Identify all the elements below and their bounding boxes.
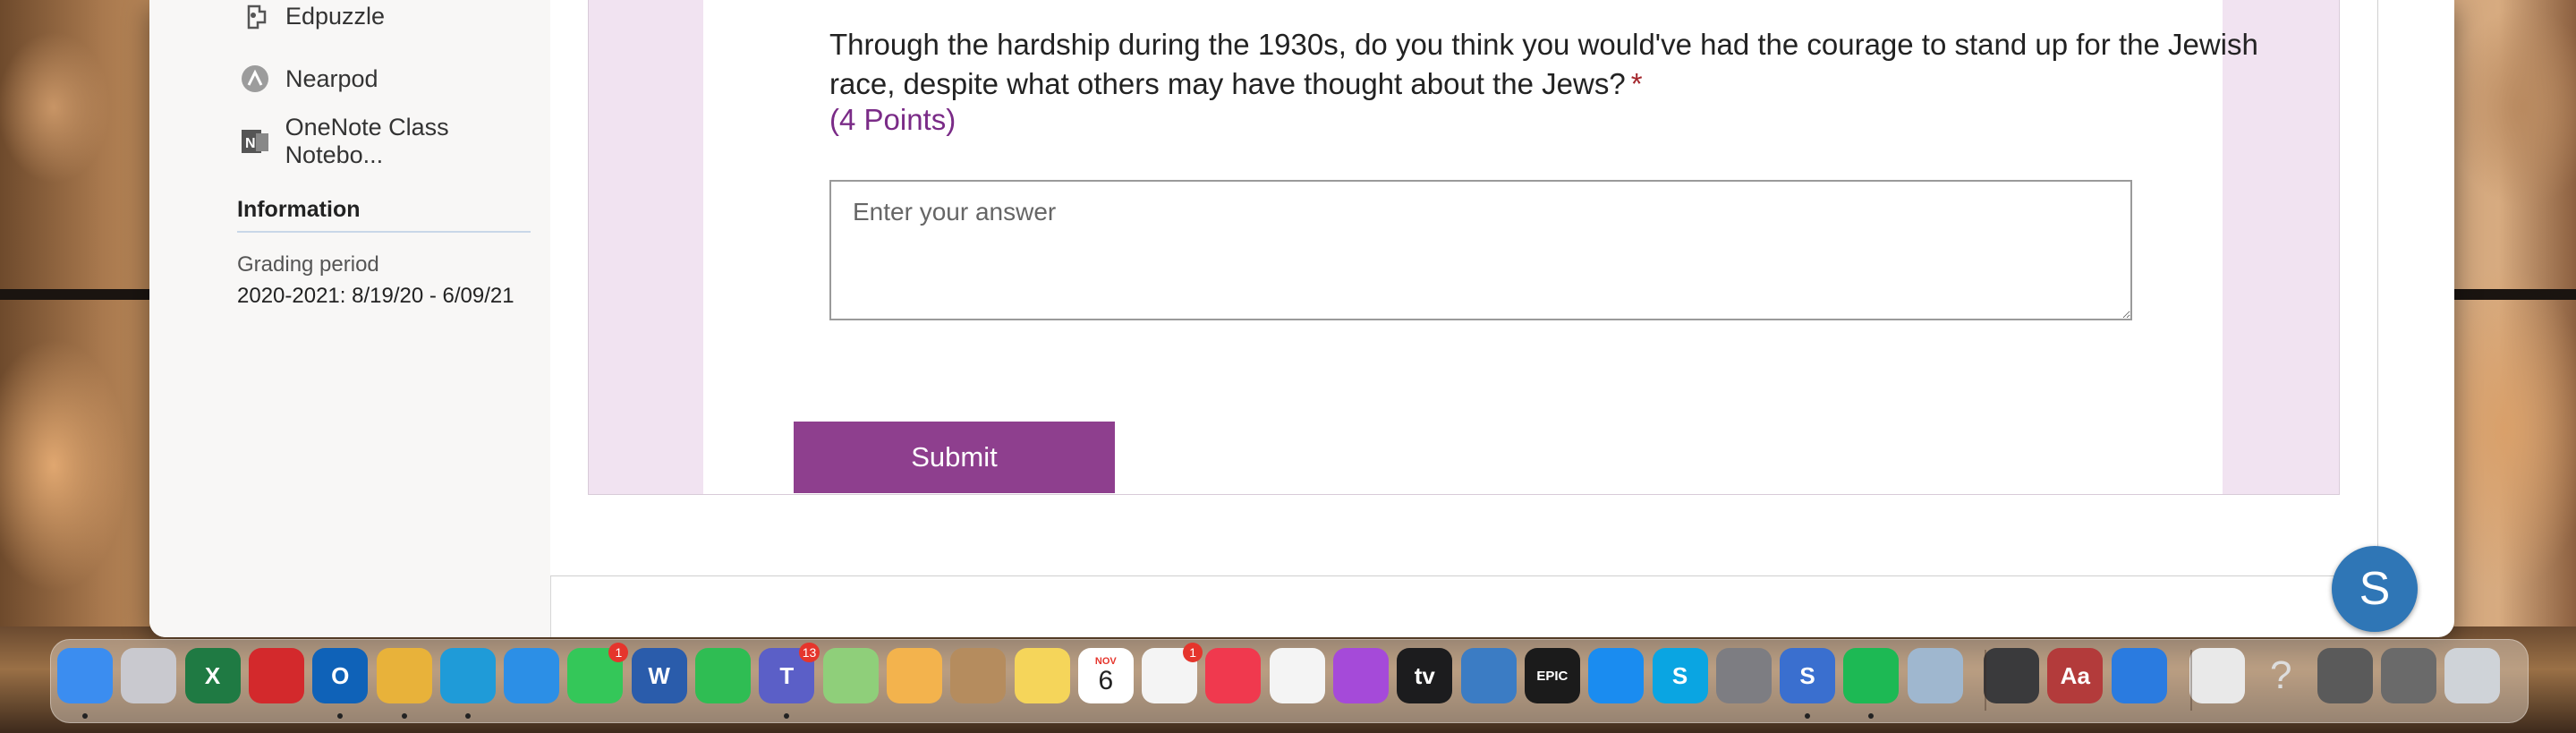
required-mark: * (1630, 67, 1643, 100)
help-icon[interactable]: ? (2253, 648, 2308, 703)
maps-icon[interactable] (822, 648, 879, 703)
chrome-icon[interactable] (376, 648, 432, 703)
notes-icon[interactable] (1014, 648, 1070, 703)
app-store-icon[interactable] (1588, 648, 1645, 703)
screenshot-1-icon[interactable] (2317, 648, 2373, 703)
question-label: Through the hardship during the 1930s, d… (829, 28, 2258, 100)
avatar[interactable]: S (2332, 546, 2418, 632)
app-glyph: X (204, 661, 221, 689)
trash-icon[interactable] (2444, 648, 2501, 703)
reminder-app-icon[interactable] (248, 648, 304, 703)
screenshot-2-icon[interactable] (2380, 648, 2436, 703)
system-preferences-icon[interactable] (1715, 648, 1772, 703)
podcasts-icon[interactable] (1333, 648, 1389, 703)
onenote-icon: N (239, 125, 271, 158)
svg-text:N: N (245, 136, 256, 151)
app-glyph: tv (1414, 661, 1435, 689)
app-glyph: EPIC (1536, 668, 1569, 684)
safari-icon[interactable] (504, 648, 560, 703)
sidebar-item-label: Nearpod (285, 64, 378, 92)
points-label: (4 Points) (829, 103, 956, 136)
sidebar-item-label: OneNote Class Notebo... (285, 114, 449, 168)
word-icon[interactable]: W (631, 648, 687, 703)
app-glyph: ? (2269, 653, 2292, 697)
nearpod-icon (239, 63, 271, 95)
dictionary-icon[interactable]: Aa (2047, 648, 2104, 703)
answer-input[interactable] (829, 180, 2132, 320)
app-glyph: S (1671, 661, 1688, 689)
contacts-icon[interactable] (950, 648, 1007, 703)
notification-badge: 13 (798, 643, 820, 662)
epic-games-icon[interactable]: EPIC (1524, 648, 1580, 703)
sidebar-item-label: Edpuzzle (285, 2, 386, 30)
edpuzzle-icon (239, 0, 271, 32)
dock-separator (2190, 650, 2192, 711)
running-indicator (464, 713, 471, 719)
notification-badge: 1 (1183, 643, 1203, 662)
divider (237, 231, 531, 233)
messages-icon[interactable]: 1 (567, 643, 629, 703)
teams-icon[interactable]: T 13 (759, 643, 820, 703)
facetime-icon[interactable] (695, 648, 751, 703)
calculator-icon[interactable] (1984, 648, 2039, 703)
skype-icon[interactable]: S (1652, 648, 1708, 703)
outlook-icon[interactable]: O (312, 648, 369, 703)
edge-icon[interactable] (439, 648, 496, 703)
xcode-icon[interactable] (2111, 648, 2167, 703)
running-indicator (401, 713, 407, 719)
launchpad-icon[interactable] (121, 648, 177, 703)
app-glyph: S (1799, 661, 1815, 689)
sidebar-item-onenote[interactable]: N OneNote Class Notebo... (239, 114, 550, 168)
reminders-icon[interactable]: 1 (1142, 643, 1203, 703)
photos-icon[interactable] (886, 648, 942, 703)
news-icon[interactable] (1269, 648, 1325, 703)
spotify-icon[interactable] (1843, 648, 1900, 703)
calendar-icon[interactable]: NOV 6 (1077, 648, 1134, 703)
submit-button[interactable]: Submit (794, 422, 1115, 493)
running-indicator (82, 713, 88, 719)
app-glyph: Aa (2060, 661, 2090, 689)
simplenote-icon[interactable]: S (1780, 648, 1836, 703)
documents-icon[interactable] (2189, 648, 2245, 703)
app-glyph: T (779, 661, 795, 689)
calendar-day: 6 (1098, 666, 1114, 695)
dock-separator (1985, 650, 1986, 711)
apple-tv-icon[interactable]: tv (1397, 648, 1453, 703)
music-icon[interactable] (1205, 648, 1262, 703)
information-heading: Information (237, 197, 361, 222)
sidebar-item-edpuzzle[interactable]: Edpuzzle (239, 0, 385, 34)
question-text: Through the hardship during the 1930s, d… (829, 25, 2297, 104)
sidebar: Edpuzzle Nearpod N OneNote Class Notebo.… (149, 0, 551, 637)
grading-period-label: Grading period (237, 252, 379, 277)
app-glyph: W (648, 661, 670, 689)
sidebar-item-nearpod[interactable]: Nearpod (239, 61, 378, 97)
grading-period-value: 2020-2021: 8/19/20 - 6/09/21 (237, 284, 514, 308)
preview-icon[interactable] (1460, 648, 1517, 703)
finder-icon[interactable] (57, 648, 113, 703)
app-glyph: O (331, 661, 350, 689)
image-capture-icon[interactable] (1907, 648, 1963, 703)
excel-icon[interactable]: X (184, 648, 241, 703)
